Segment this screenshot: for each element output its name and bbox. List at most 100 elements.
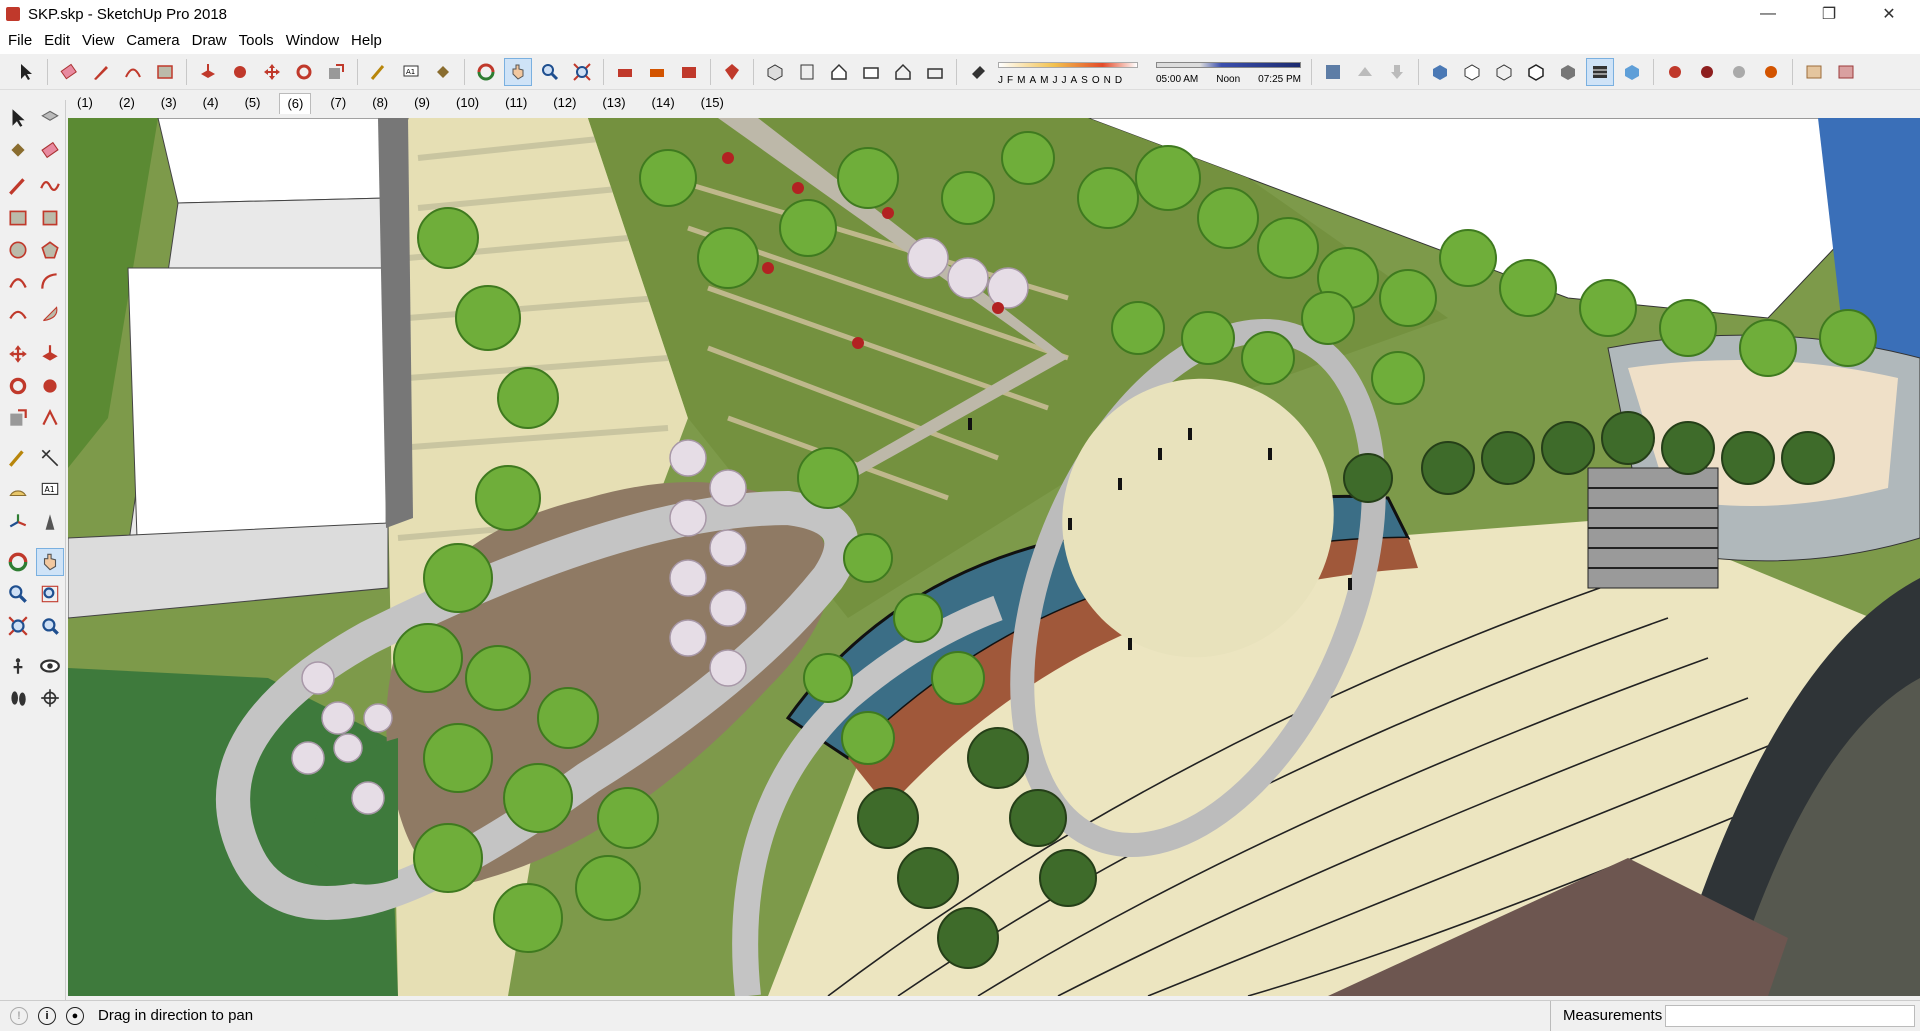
shaded-style-icon[interactable] (1554, 58, 1582, 86)
wireframe-style-icon[interactable] (1490, 58, 1518, 86)
text-icon[interactable]: A1 (36, 476, 64, 504)
zoom-icon[interactable] (536, 58, 564, 86)
dimension-icon[interactable] (36, 444, 64, 472)
paint-bucket-icon[interactable] (4, 136, 32, 164)
polygon-icon[interactable] (36, 236, 64, 264)
shadows-toggle-icon[interactable] (964, 58, 992, 86)
scene-tab[interactable]: (7) (323, 93, 353, 113)
walk-icon[interactable] (4, 684, 32, 712)
menu-help[interactable]: Help (345, 28, 388, 54)
extension-manager-icon[interactable] (718, 58, 746, 86)
pan-icon[interactable] (36, 548, 64, 576)
scene-tab[interactable]: (1) (70, 93, 100, 113)
move-icon[interactable] (4, 340, 32, 368)
3d-text-icon[interactable] (36, 508, 64, 536)
user-account-icon[interactable]: ● (66, 1006, 84, 1025)
orbit-icon[interactable] (472, 58, 500, 86)
time-slider-track[interactable] (1156, 61, 1301, 68)
menu-window[interactable]: Window (280, 28, 345, 54)
scale-icon[interactable] (4, 404, 32, 432)
back-view-icon[interactable] (889, 58, 917, 86)
scene-tab[interactable]: (8) (365, 93, 395, 113)
select-icon[interactable] (4, 104, 32, 132)
position-camera-icon[interactable] (4, 652, 32, 680)
scene-tab[interactable]: (14) (645, 93, 682, 113)
menu-edit[interactable]: Edit (38, 28, 76, 54)
zoom-extents-icon[interactable] (4, 612, 32, 640)
extension-warehouse-icon[interactable] (675, 58, 703, 86)
zoom-extents-icon[interactable] (568, 58, 596, 86)
follow-me-icon[interactable] (36, 372, 64, 400)
orbit-icon[interactable] (4, 548, 32, 576)
tape-measure-icon[interactable] (365, 58, 393, 86)
plugin-b-icon[interactable] (1693, 58, 1721, 86)
measurements-input[interactable] (1665, 1005, 1915, 1027)
scale-icon[interactable] (322, 58, 350, 86)
follow-me-icon[interactable] (226, 58, 254, 86)
three-point-arc-icon[interactable] (4, 300, 32, 328)
right-view-icon[interactable] (857, 58, 885, 86)
rectangle-icon[interactable] (4, 204, 32, 232)
xray-style-icon[interactable] (1426, 58, 1454, 86)
left-view-icon[interactable] (921, 58, 949, 86)
plugin-d-icon[interactable] (1757, 58, 1785, 86)
maximize-button[interactable]: ❐ (1806, 0, 1852, 28)
zoom-window-icon[interactable] (36, 580, 64, 608)
close-button[interactable]: ✕ (1866, 0, 1912, 28)
previous-view-icon[interactable] (36, 612, 64, 640)
front-view-icon[interactable] (825, 58, 853, 86)
look-around-icon[interactable] (36, 652, 64, 680)
circle-icon[interactable] (4, 236, 32, 264)
shadow-month-slider[interactable]: J F M A M J J A S O N D (998, 58, 1148, 86)
section-plane-icon[interactable] (36, 684, 64, 712)
arc-icon[interactable] (4, 268, 32, 296)
rectangle-tool-icon[interactable] (151, 58, 179, 86)
menu-draw[interactable]: Draw (186, 28, 233, 54)
menu-tools[interactable]: Tools (233, 28, 280, 54)
top-view-icon[interactable] (793, 58, 821, 86)
scene-tab[interactable]: (11) (498, 93, 534, 113)
text-tool-icon[interactable]: A1 (397, 58, 425, 86)
hidden-line-style-icon[interactable] (1522, 58, 1550, 86)
scene-tab[interactable]: (12) (546, 93, 583, 113)
scene-tab[interactable]: (2) (112, 93, 142, 113)
share-component-icon[interactable] (643, 58, 671, 86)
back-edges-style-icon[interactable] (1458, 58, 1486, 86)
pie-icon[interactable] (36, 300, 64, 328)
push-pull-icon[interactable] (194, 58, 222, 86)
model-viewport[interactable] (68, 118, 1920, 996)
eraser-icon[interactable] (55, 58, 83, 86)
shaded-textures-style-icon[interactable] (1586, 57, 1614, 86)
move-icon[interactable] (258, 58, 286, 86)
plugin-c-icon[interactable] (1725, 58, 1753, 86)
scene-tab[interactable]: (4) (196, 93, 226, 113)
scene-tab[interactable]: (9) (407, 93, 437, 113)
pencil-icon[interactable] (87, 58, 115, 86)
scene-tab[interactable]: (10) (449, 93, 486, 113)
geo-location-icon[interactable]: ! (10, 1006, 28, 1025)
download-icon[interactable] (1383, 58, 1411, 86)
photo-match-icon[interactable] (1319, 58, 1347, 86)
rotated-rectangle-icon[interactable] (36, 204, 64, 232)
tape-measure-icon[interactable] (4, 444, 32, 472)
plugin-a-icon[interactable] (1661, 58, 1689, 86)
protractor-icon[interactable] (4, 476, 32, 504)
month-slider-track[interactable] (998, 61, 1138, 68)
scene-tab[interactable]: (15) (694, 93, 731, 113)
line-icon[interactable] (4, 172, 32, 200)
two-point-arc-icon[interactable] (36, 268, 64, 296)
shadow-time-slider[interactable]: 05:00 AM Noon 07:25 PM (1156, 58, 1306, 86)
offset-icon[interactable] (36, 404, 64, 432)
scene-tab-active[interactable]: (6) (279, 92, 312, 114)
menu-file[interactable]: File (2, 28, 38, 54)
component-icon[interactable] (36, 104, 64, 132)
style-builder-icon[interactable] (1832, 58, 1860, 86)
scene-tab[interactable]: (3) (154, 93, 184, 113)
credits-info-icon[interactable]: i (38, 1006, 56, 1025)
sandbox-icon[interactable] (1351, 58, 1379, 86)
arc-tool-icon[interactable] (119, 58, 147, 86)
menu-camera[interactable]: Camera (120, 28, 185, 54)
scene-tab[interactable]: (5) (238, 93, 268, 113)
layout-icon[interactable] (1800, 58, 1828, 86)
minimize-button[interactable]: — (1745, 0, 1791, 28)
